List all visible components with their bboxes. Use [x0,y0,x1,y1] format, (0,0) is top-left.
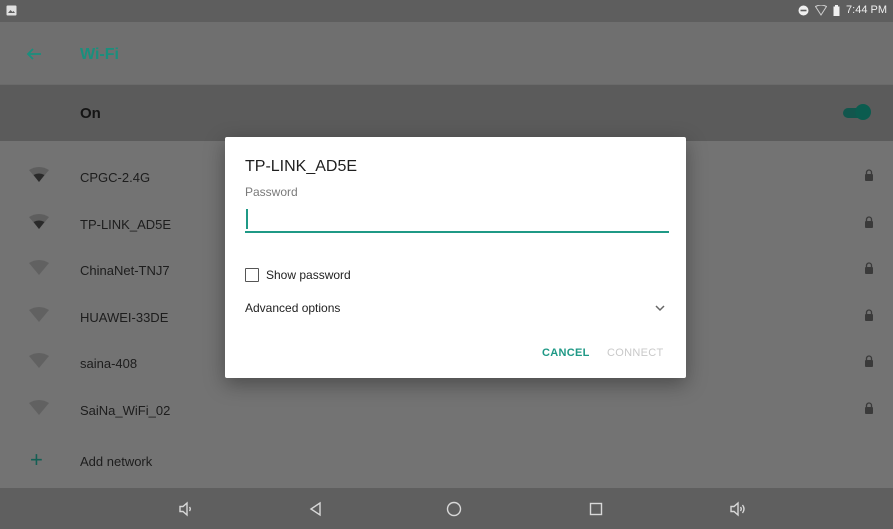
volume-down-icon[interactable] [176,499,196,519]
wifi-toggle-label: On [80,105,101,122]
cancel-button[interactable]: CANCEL [542,347,590,359]
network-name: TP-LINK_AD5E [80,216,172,232]
volume-up-icon[interactable] [728,499,748,519]
advanced-options-label[interactable]: Advanced options [245,301,340,315]
network-name: HUAWEI-33DE [80,309,169,325]
recents-square-icon[interactable] [586,499,606,519]
switch-thumb [855,104,871,120]
status-time: 7:44 PM [846,4,887,16]
password-label: Password [245,185,298,199]
connect-button[interactable]: CONNECT [607,347,664,359]
status-icons: 7:44 PM [798,4,887,16]
password-input[interactable] [245,205,669,233]
wifi-signal-icon [29,260,49,275]
network-name: SaiNa_WiFi_02 [80,402,171,418]
wifi-signal-icon [29,213,49,229]
wifi-signal-icon [29,353,49,368]
lock-icon [865,401,873,414]
lock-icon [865,262,873,274]
do-not-disturb-icon [798,5,809,15]
back-triangle-icon[interactable] [306,499,326,519]
wifi-password-dialog: TP-LINK_AD5E Password Show password Adva… [225,137,686,378]
chevron-down-icon[interactable] [654,303,666,313]
app-toolbar: Wi-Fi [0,22,893,85]
lock-icon [865,355,873,367]
home-circle-icon[interactable] [444,499,464,519]
image-icon [6,5,17,16]
back-arrow-icon[interactable] [24,44,44,64]
wifi-signal-icon [29,399,49,415]
network-row[interactable]: SaiNa_WiFi_02 [0,387,893,434]
wifi-toggle-switch[interactable] [843,104,871,120]
wifi-signal-icon [29,167,49,182]
lock-icon [865,215,873,228]
page-title: Wi-Fi [80,46,119,63]
show-password-label: Show password [266,268,351,282]
show-password-checkbox-row[interactable]: Show password [245,268,351,282]
network-name: ChinaNet-TNJ7 [80,263,170,278]
text-cursor [246,209,248,229]
navigation-bar [0,488,893,529]
add-network-label: Add network [80,454,153,469]
lock-icon [865,308,873,321]
show-password-checkbox[interactable] [245,268,259,282]
wifi-signal-icon [29,306,49,322]
wifi-toggle-row[interactable]: On [0,85,893,141]
wifi-signal-icon [815,4,828,16]
lock-icon [865,169,873,181]
network-name: saina-408 [80,356,138,371]
status-bar: 7:44 PM [0,0,893,22]
add-network-row[interactable]: + Add network [0,446,893,480]
battery-icon [833,4,840,16]
network-name: CPGC-2.4G [80,170,151,185]
plus-icon: + [30,447,43,472]
dialog-title: TP-LINK_AD5E [245,158,358,175]
